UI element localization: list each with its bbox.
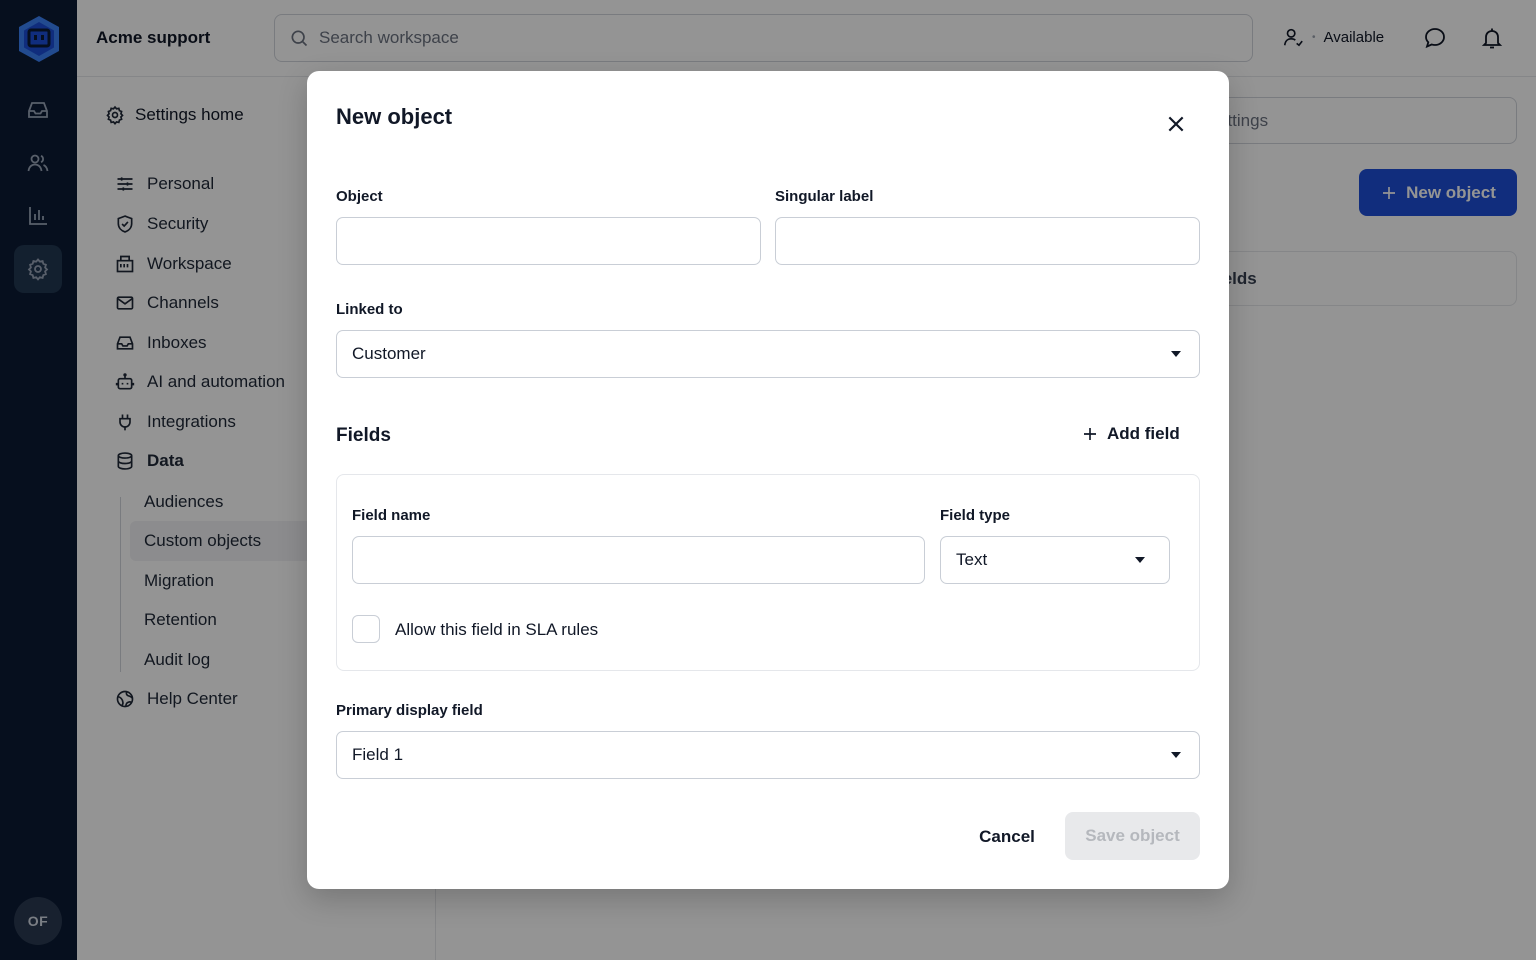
field-name-label: Field name: [352, 507, 431, 524]
sla-checkbox-label[interactable]: Allow this field in SLA rules: [395, 620, 598, 640]
cancel-button[interactable]: Cancel: [965, 813, 1049, 861]
close-button[interactable]: [1159, 107, 1193, 141]
new-object-dialog: New object Object Singular label Linked …: [307, 71, 1229, 889]
dialog-title: New object: [336, 104, 453, 129]
primary-display-select[interactable]: Field 1: [336, 731, 1200, 779]
field-name-input[interactable]: [352, 536, 925, 584]
linked-to-value: Customer: [352, 344, 426, 363]
sla-checkbox[interactable]: [352, 615, 380, 643]
caret-down-icon: [1135, 557, 1145, 563]
singular-label-input[interactable]: [775, 217, 1200, 265]
primary-display-value: Field 1: [352, 745, 404, 764]
linked-to-label: Linked to: [336, 301, 403, 318]
object-input[interactable]: [336, 217, 761, 265]
save-object-button[interactable]: Save object: [1065, 812, 1200, 860]
field-type-value: Text: [956, 550, 988, 569]
primary-display-label: Primary display field: [336, 702, 483, 719]
field-type-label: Field type: [940, 507, 1011, 524]
linked-to-select[interactable]: Customer: [336, 330, 1200, 378]
add-field-button[interactable]: Add field: [1081, 424, 1180, 444]
object-label: Object: [336, 188, 383, 205]
field-card: Field name Field type Text Allow this fi…: [336, 474, 1200, 671]
field-type-select[interactable]: Text: [940, 536, 1170, 584]
caret-down-icon: [1171, 752, 1181, 758]
close-icon: [1168, 116, 1184, 132]
add-field-label: Add field: [1107, 424, 1180, 443]
singular-label-label: Singular label: [775, 188, 874, 205]
caret-down-icon: [1171, 351, 1181, 357]
fields-section-title: Fields: [336, 425, 391, 446]
plus-icon: [1084, 428, 1096, 440]
